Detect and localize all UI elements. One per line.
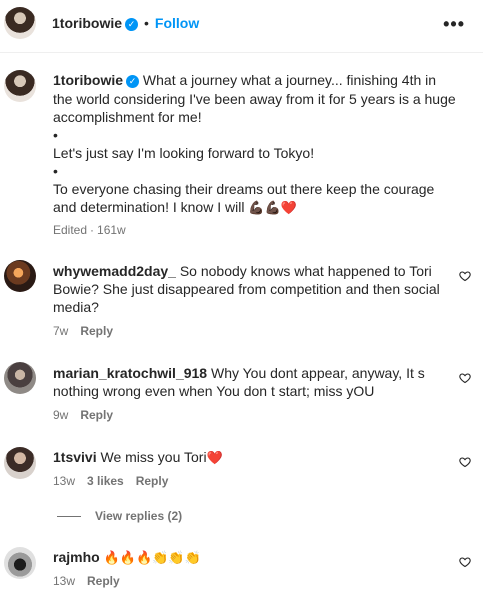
caption-bullet-2: • — [53, 163, 58, 179]
caption-line-1: 1toribowie ✓ What a journey what a journe… — [53, 71, 436, 89]
comment-line-3: media? — [53, 299, 99, 315]
caption-line-2: the world considering I've been away fro… — [53, 91, 456, 107]
comment-avatar[interactable] — [4, 260, 36, 292]
heart-emoji: ❤️ — [206, 450, 223, 465]
likes-count[interactable]: 3 likes — [87, 474, 124, 488]
comment-meta: 7w Reply — [53, 324, 125, 338]
caption-time: 161w — [97, 223, 126, 237]
caption-text-6: and determination! I know I will — [53, 199, 245, 215]
comment-meta: 9w Reply — [53, 408, 125, 422]
comment-line-2: nothing wrong even when You don t start;… — [53, 383, 375, 399]
reply-button[interactable]: Reply — [80, 324, 113, 338]
comment-username[interactable]: whywemadd2day_ — [53, 263, 176, 279]
caption-line-4: Let's just say I'm looking forward to To… — [53, 145, 315, 161]
caption-text-1: What a journey what a journey... finishi… — [142, 72, 437, 88]
reply-button[interactable]: Reply — [87, 574, 120, 588]
caption-avatar[interactable] — [4, 70, 36, 102]
comment-line-1: whywemadd2day_ So nobody knows what happ… — [53, 262, 432, 280]
comment-username[interactable]: rajmho — [53, 549, 100, 565]
caption-line-6: and determination! I know I will 💪🏿💪🏿❤️ — [53, 198, 297, 217]
heart-outline-icon[interactable] — [459, 456, 471, 468]
separator-dot: • — [144, 15, 149, 31]
comment-avatar[interactable] — [4, 547, 36, 579]
more-options-icon[interactable]: ••• — [443, 14, 465, 35]
comment-meta: 13w 3 likes Reply — [53, 474, 180, 488]
comment-line-1: rajmho 🔥🔥🔥👏👏👏 — [53, 548, 201, 567]
comment-line-1: 1tsvivi We miss you Tori❤️ — [53, 448, 223, 467]
comment-time: 13w — [53, 474, 76, 488]
view-replies-label: View replies (2) — [95, 509, 183, 523]
meta-dot: · — [90, 223, 95, 237]
reply-button[interactable]: Reply — [80, 408, 113, 422]
reply-button[interactable]: Reply — [136, 474, 169, 488]
heart-outline-icon[interactable] — [459, 556, 471, 568]
avatar[interactable] — [4, 7, 36, 39]
header-user-row: 1toribowie ✓ • Follow — [52, 15, 199, 31]
comment-avatar[interactable] — [4, 362, 36, 394]
comment-username[interactable]: 1tsvivi — [53, 449, 97, 465]
comment-meta: 13w Reply — [53, 574, 132, 588]
comment-text: We miss you Tori — [100, 449, 207, 465]
caption-line-5: To everyone chasing their dreams out the… — [53, 181, 435, 197]
header-username[interactable]: 1toribowie — [52, 15, 122, 31]
post-header: 1toribowie ✓ • Follow ••• — [0, 0, 483, 53]
follow-button[interactable]: Follow — [155, 15, 199, 31]
comment-text: Why You dont appear, anyway, It s — [210, 365, 425, 381]
comment-text: So nobody knows what happened to Tori — [179, 263, 432, 279]
comment-time: 9w — [53, 408, 69, 422]
comment-line-2: Bowie? She just disappeared from competi… — [53, 281, 440, 297]
edited-label: Edited — [53, 223, 88, 237]
heart-outline-icon[interactable] — [459, 270, 471, 282]
caption-emojis: 💪🏿💪🏿❤️ — [248, 200, 297, 215]
view-replies-line — [57, 516, 81, 518]
comment-emojis: 🔥🔥🔥👏👏👏 — [103, 550, 201, 565]
caption-username[interactable]: 1toribowie — [53, 72, 123, 88]
caption-meta: Edited · 161w — [53, 223, 138, 237]
verified-badge-icon: ✓ — [126, 74, 140, 88]
caption-bullet-1: • — [53, 127, 58, 143]
comment-avatar[interactable] — [4, 447, 36, 479]
comment-time: 7w — [53, 324, 69, 338]
comment-username[interactable]: marian_kratochwil_918 — [53, 365, 207, 381]
heart-outline-icon[interactable] — [459, 372, 471, 384]
comment-time: 13w — [53, 574, 76, 588]
verified-badge-icon: ✓ — [125, 17, 139, 31]
comment-line-1: marian_kratochwil_918 Why You dont appea… — [53, 364, 425, 382]
view-replies-button[interactable]: View replies (2) — [57, 509, 182, 523]
caption-line-3: accomplishment for me! — [53, 109, 202, 125]
